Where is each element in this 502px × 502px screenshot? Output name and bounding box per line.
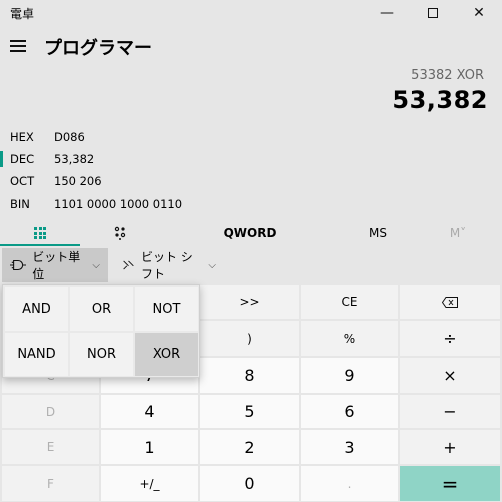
key-equals[interactable]: = (400, 466, 500, 501)
bitshift-dropdown[interactable]: ビット シフト ⌵ (114, 248, 224, 282)
key-hex-e[interactable]: E (2, 430, 99, 464)
hamburger-menu-icon[interactable] (10, 40, 26, 52)
key-decimal[interactable]: . (301, 466, 398, 501)
key-9[interactable]: 9 (301, 358, 398, 393)
tab-bit-toggle-keypad[interactable] (80, 220, 160, 246)
radix-label: BIN (10, 197, 30, 211)
chevron-down-icon: ⌵ (92, 259, 100, 271)
result-display: 53,382 (392, 86, 488, 114)
key-negate[interactable]: +/_ (101, 466, 198, 501)
key-not[interactable]: NOT (135, 287, 198, 331)
radix-dec-row[interactable]: DEC 53,382 (0, 148, 502, 170)
key-xor[interactable]: XOR (135, 333, 198, 376)
key-5[interactable]: 5 (200, 395, 299, 428)
radix-label: OCT (10, 174, 35, 188)
bit-toggle-icon (114, 226, 126, 240)
key-and[interactable]: AND (5, 287, 68, 331)
radix-oct-row[interactable]: OCT 150 206 (0, 170, 502, 192)
memory-store-button[interactable]: MS (340, 220, 416, 246)
word-size-button[interactable]: QWORD (200, 220, 300, 246)
key-multiply[interactable]: × (400, 358, 500, 393)
key-close-paren[interactable]: ) (200, 321, 299, 356)
title-bar: 電卓 — ✕ (0, 0, 502, 26)
chevron-down-icon: ⌵ (208, 259, 216, 271)
tab-underline (0, 244, 80, 246)
key-modulo[interactable]: % (301, 321, 398, 356)
key-or[interactable]: OR (70, 287, 133, 331)
key-subtract[interactable]: − (400, 395, 500, 428)
key-right-shift[interactable]: >> (200, 285, 299, 319)
keypad-tabs: QWORD MS M˅ (0, 220, 502, 246)
window-title: 電卓 (10, 7, 35, 21)
key-clear-entry[interactable]: CE (301, 285, 398, 319)
minimize-icon: — (380, 5, 394, 21)
close-button[interactable]: ✕ (456, 0, 502, 26)
close-icon: ✕ (473, 5, 485, 21)
radix-hex-row[interactable]: HEX D086 (0, 126, 502, 148)
radix-bin-row[interactable]: BIN 1101 0000 1000 0110 (0, 193, 502, 215)
bit-shift-icon (123, 260, 134, 270)
backspace-icon (442, 296, 458, 308)
page-title: プログラマー (44, 38, 152, 59)
expression-display: 53382 XOR (411, 68, 484, 83)
radix-value: 1101 0000 1000 0110 (54, 197, 183, 211)
key-4[interactable]: 4 (101, 395, 198, 428)
key-add[interactable]: + (400, 430, 500, 464)
key-divide[interactable]: ÷ (400, 321, 500, 356)
key-2[interactable]: 2 (200, 430, 299, 464)
memory-view-button[interactable]: M˅ (420, 220, 496, 246)
tab-full-keypad[interactable] (0, 220, 80, 246)
key-nor[interactable]: NOR (70, 333, 133, 376)
key-nand[interactable]: NAND (5, 333, 68, 376)
radix-value: 53,382 (54, 152, 95, 166)
maximize-icon (428, 8, 438, 18)
radix-value: D086 (54, 130, 85, 144)
key-3[interactable]: 3 (301, 430, 398, 464)
key-6[interactable]: 6 (301, 395, 398, 428)
bit-operation-toolbar: ビット単位 ⌵ ビット シフト ⌵ (0, 248, 502, 284)
radix-label: DEC (10, 152, 35, 166)
radix-value: 150 206 (54, 174, 102, 188)
bitwise-dropdown[interactable]: ビット単位 ⌵ (2, 248, 108, 282)
logic-gate-icon (10, 259, 27, 271)
backspace-button[interactable] (400, 285, 500, 319)
radix-label: HEX (10, 130, 34, 144)
bitwise-flyout: AND OR NOT NAND NOR XOR (2, 284, 200, 378)
key-hex-f[interactable]: F (2, 466, 99, 501)
key-8[interactable]: 8 (200, 358, 299, 393)
key-hex-d[interactable]: D (2, 395, 99, 428)
minimize-button[interactable]: — (364, 0, 410, 26)
bitshift-label: ビット シフト (140, 250, 193, 281)
keypad-icon (34, 227, 46, 239)
bitwise-label: ビット単位 (32, 250, 81, 281)
maximize-button[interactable] (410, 0, 456, 26)
key-0[interactable]: 0 (200, 466, 299, 501)
selected-indicator (0, 151, 3, 167)
key-1[interactable]: 1 (101, 430, 198, 464)
